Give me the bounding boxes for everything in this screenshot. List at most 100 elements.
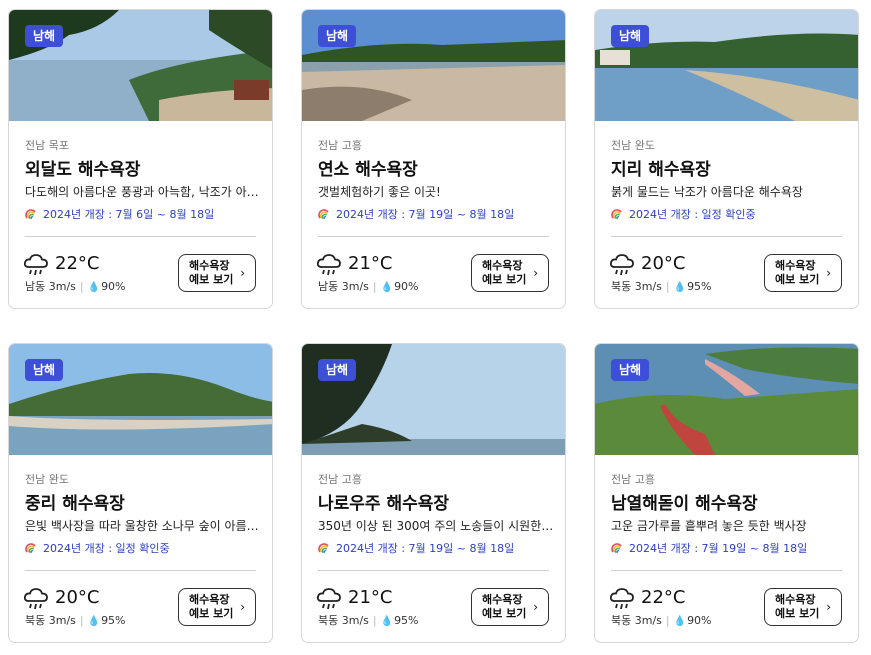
chevron-right-icon: ›	[240, 266, 245, 280]
region-label: 전남 완도	[611, 139, 655, 152]
temperature: 21°C	[348, 587, 393, 608]
wind-value: 북동 3m/s	[318, 614, 369, 627]
rain-cloud-icon	[609, 253, 635, 277]
divider	[611, 570, 842, 571]
wind-humidity: 북동 3m/s | 💧95%	[611, 278, 712, 294]
temperature: 22°C	[55, 253, 100, 274]
separator: |	[372, 614, 377, 627]
divider	[25, 570, 256, 571]
rainbow-icon	[318, 208, 330, 220]
beach-name[interactable]: 남열해돋이 해수욕장	[611, 489, 758, 514]
separator: |	[79, 280, 84, 293]
wind-value: 남동 3m/s	[318, 280, 369, 293]
wind-value: 북동 3m/s	[611, 280, 662, 293]
wind-humidity: 북동 3m/s | 💧90%	[611, 612, 712, 628]
beach-card[interactable]: 남해 전남 목포 외달도 해수욕장 다도해의 아름다운 풍광과 아늑함, 낙조가…	[8, 9, 273, 309]
humidity-value: 90%	[394, 280, 419, 293]
wind-humidity: 남동 3m/s | 💧90%	[318, 278, 419, 294]
open-period-text: 2024년 개장 : 7월 19일 ~ 8월 18일	[336, 542, 515, 555]
rain-cloud-icon	[316, 253, 342, 277]
forecast-button-line1: 해수욕장	[189, 259, 230, 272]
region-label: 전남 목포	[25, 139, 69, 152]
separator: |	[665, 614, 670, 627]
forecast-button[interactable]: 해수욕장 예보 보기 ›	[764, 254, 842, 292]
region-label: 전남 완도	[25, 473, 69, 486]
divider	[25, 236, 256, 237]
forecast-button[interactable]: 해수욕장 예보 보기 ›	[764, 588, 842, 626]
beach-card[interactable]: 남해 전남 고흥 나로우주 해수욕장 350년 이상 된 300여 주의 노송들…	[301, 343, 566, 643]
region-badge: 남해	[25, 359, 64, 381]
region-badge: 남해	[611, 359, 650, 381]
forecast-button-line2: 예보 보기	[482, 273, 527, 286]
forecast-button-line2: 예보 보기	[482, 607, 527, 620]
chevron-right-icon: ›	[826, 600, 831, 614]
forecast-button-line2: 예보 보기	[775, 273, 820, 286]
wind-value: 남동 3m/s	[25, 280, 76, 293]
divider	[318, 236, 549, 237]
rainbow-icon	[611, 542, 623, 554]
temperature: 21°C	[348, 253, 393, 274]
rain-cloud-icon	[23, 253, 49, 277]
separator: |	[79, 614, 84, 627]
open-period-text: 2024년 개장 : 7월 6일 ~ 8월 18일	[43, 208, 215, 221]
beach-name[interactable]: 나로우주 해수욕장	[318, 489, 449, 514]
beach-description: 붉게 물드는 낙조가 아름다운 해수욕장	[611, 185, 803, 199]
beach-description: 350년 이상 된 300여 주의 노송들이 시원한 그늘을 만드는 곳	[318, 519, 554, 533]
region-badge: 남해	[25, 25, 64, 47]
forecast-button-line1: 해수욕장	[775, 259, 816, 272]
forecast-button[interactable]: 해수욕장 예보 보기 ›	[178, 588, 256, 626]
temperature: 20°C	[641, 253, 686, 274]
divider	[318, 570, 549, 571]
open-period-text: 2024년 개장 : 일정 확인중	[629, 208, 756, 221]
forecast-button[interactable]: 해수욕장 예보 보기 ›	[471, 254, 549, 292]
beach-name[interactable]: 외달도 해수욕장	[25, 155, 140, 180]
region-badge: 남해	[611, 25, 650, 47]
wind-humidity: 북동 3m/s | 💧95%	[318, 612, 419, 628]
rainbow-icon	[25, 208, 37, 220]
open-period: 2024년 개장 : 7월 19일 ~ 8월 18일	[318, 540, 514, 556]
separator: |	[665, 280, 670, 293]
beach-description: 고운 금가루를 흩뿌려 놓은 듯한 백사장	[611, 519, 807, 533]
open-period: 2024년 개장 : 7월 19일 ~ 8월 18일	[318, 206, 514, 222]
separator: |	[372, 280, 377, 293]
divider	[611, 236, 842, 237]
forecast-button[interactable]: 해수욕장 예보 보기 ›	[178, 254, 256, 292]
forecast-button-line1: 해수욕장	[482, 259, 523, 272]
beach-card[interactable]: 남해 전남 고흥 연소 해수욕장 갯벌체험하기 좋은 이곳! 2024년 개장 …	[301, 9, 566, 309]
beach-name[interactable]: 중리 해수욕장	[25, 489, 125, 514]
rain-cloud-icon	[23, 587, 49, 611]
chevron-right-icon: ›	[533, 266, 538, 280]
beach-card[interactable]: 남해 전남 고흥 남열해돋이 해수욕장 고운 금가루를 흩뿌려 놓은 듯한 백사…	[594, 343, 859, 643]
beach-name[interactable]: 지리 해수욕장	[611, 155, 711, 180]
open-period: 2024년 개장 : 7월 6일 ~ 8월 18일	[25, 206, 214, 222]
beach-card[interactable]: 남해 전남 완도 중리 해수욕장 은빛 백사장을 따라 울창한 소나무 숲이 아…	[8, 343, 273, 643]
wind-humidity: 남동 3m/s | 💧90%	[25, 278, 126, 294]
chevron-right-icon: ›	[826, 266, 831, 280]
forecast-button[interactable]: 해수욕장 예보 보기 ›	[471, 588, 549, 626]
region-badge: 남해	[318, 25, 357, 47]
rainbow-icon	[611, 208, 623, 220]
open-period: 2024년 개장 : 7월 19일 ~ 8월 18일	[611, 540, 807, 556]
water-drop-icon: 💧	[87, 616, 101, 627]
forecast-button-line2: 예보 보기	[775, 607, 820, 620]
forecast-button-line1: 해수욕장	[775, 593, 816, 606]
forecast-button-line2: 예보 보기	[189, 607, 234, 620]
region-badge: 남해	[318, 359, 357, 381]
region-label: 전남 고흥	[318, 139, 362, 152]
rain-cloud-icon	[609, 587, 635, 611]
humidity-value: 90%	[687, 614, 712, 627]
humidity-value: 95%	[101, 614, 126, 627]
humidity-value: 95%	[394, 614, 419, 627]
beach-description: 갯벌체험하기 좋은 이곳!	[318, 185, 441, 199]
beach-name[interactable]: 연소 해수욕장	[318, 155, 418, 180]
chevron-right-icon: ›	[240, 600, 245, 614]
wind-value: 북동 3m/s	[611, 614, 662, 627]
beach-description: 은빛 백사장을 따라 울창한 소나무 숲이 아름다운 곳	[25, 519, 261, 533]
rain-cloud-icon	[316, 587, 342, 611]
temperature: 22°C	[641, 587, 686, 608]
beach-description: 다도해의 아름다운 풍광과 아늑함, 낙조가 아름다운 해수욕장	[25, 185, 261, 199]
temperature: 20°C	[55, 587, 100, 608]
wind-value: 북동 3m/s	[25, 614, 76, 627]
beach-card[interactable]: 남해 전남 완도 지리 해수욕장 붉게 물드는 낙조가 아름다운 해수욕장 20…	[594, 9, 859, 309]
water-drop-icon: 💧	[87, 282, 101, 293]
